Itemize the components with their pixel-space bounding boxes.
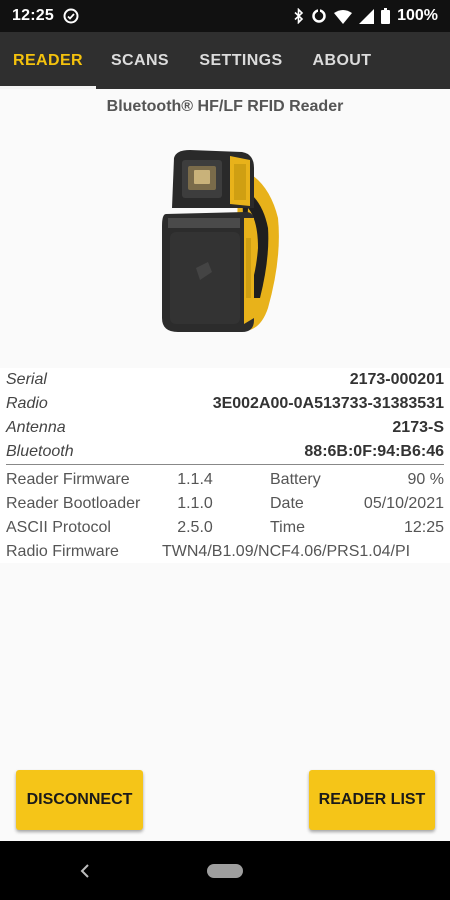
tab-settings[interactable]: SETTINGS <box>184 32 298 89</box>
radio-label: Radio <box>6 395 48 412</box>
do-not-disturb-icon <box>63 8 79 24</box>
time-label: Time <box>270 519 305 536</box>
data-saver-icon <box>311 8 327 24</box>
bluetooth-label: Bluetooth <box>6 443 74 460</box>
ascii-protocol-value: 2.5.0 <box>177 519 213 536</box>
tab-reader[interactable]: READER <box>0 32 96 89</box>
battery-value: 90 % <box>407 471 444 488</box>
status-right: 100% <box>294 7 438 25</box>
battery-label: Battery <box>270 471 321 488</box>
antenna-label: Antenna <box>6 419 66 436</box>
status-time: 12:25 <box>12 7 54 24</box>
reader-info-panel: Serial 2173-000201 Radio 3E002A00-0A5137… <box>0 368 450 563</box>
bluetooth-value: 88:6B:0F:94:B6:46 <box>304 443 444 460</box>
status-bar: 12:25 100% <box>0 0 450 32</box>
antenna-row: Antenna 2173-S <box>0 416 450 440</box>
reader-list-button[interactable]: READER LIST <box>309 770 435 830</box>
signal-icon <box>359 8 375 24</box>
serial-label: Serial <box>6 371 47 388</box>
wifi-icon <box>334 9 353 24</box>
system-nav-bar <box>0 841 450 900</box>
battery-percent: 100% <box>397 7 438 24</box>
reader-device-image <box>150 148 290 338</box>
serial-row: Serial 2173-000201 <box>0 368 450 392</box>
status-left: 12:25 <box>12 7 79 25</box>
reader-title: Bluetooth® HF/LF RFID Reader <box>106 98 344 115</box>
tab-about[interactable]: ABOUT <box>298 32 386 89</box>
ascii-protocol-label: ASCII Protocol <box>6 519 111 536</box>
date-value: 05/10/2021 <box>363 495 444 512</box>
active-tab-indicator <box>0 86 96 89</box>
antenna-value: 2173-S <box>392 419 444 436</box>
reader-bootloader-label: Reader Bootloader <box>6 495 141 512</box>
bluetooth-icon <box>294 8 304 24</box>
home-pill[interactable] <box>207 864 243 878</box>
reader-firmware-label: Reader Firmware <box>6 471 130 488</box>
radio-value: 3E002A00-0A513733-31383531 <box>212 395 444 412</box>
date-label: Date <box>270 495 304 512</box>
reader-bootloader-value: 1.1.0 <box>177 495 213 512</box>
back-icon[interactable] <box>78 861 92 886</box>
tab-bar: READER SCANS SETTINGS ABOUT <box>0 32 450 89</box>
info-divider <box>6 464 444 465</box>
radio-row: Radio 3E002A00-0A513733-31383531 <box>0 392 450 416</box>
serial-value: 2173-000201 <box>349 371 444 388</box>
radio-firmware-value: TWN4/B1.09/NCF4.06/PRS1.04/PI <box>162 543 411 560</box>
time-value: 12:25 <box>403 519 444 536</box>
reader-firmware-value: 1.1.4 <box>177 471 213 488</box>
disconnect-button[interactable]: DISCONNECT <box>16 770 143 830</box>
radio-firmware-label: Radio Firmware <box>6 543 119 560</box>
battery-icon <box>381 8 391 24</box>
bluetooth-row: Bluetooth 88:6B:0F:94:B6:46 <box>0 440 450 464</box>
tab-scans[interactable]: SCANS <box>96 32 184 89</box>
